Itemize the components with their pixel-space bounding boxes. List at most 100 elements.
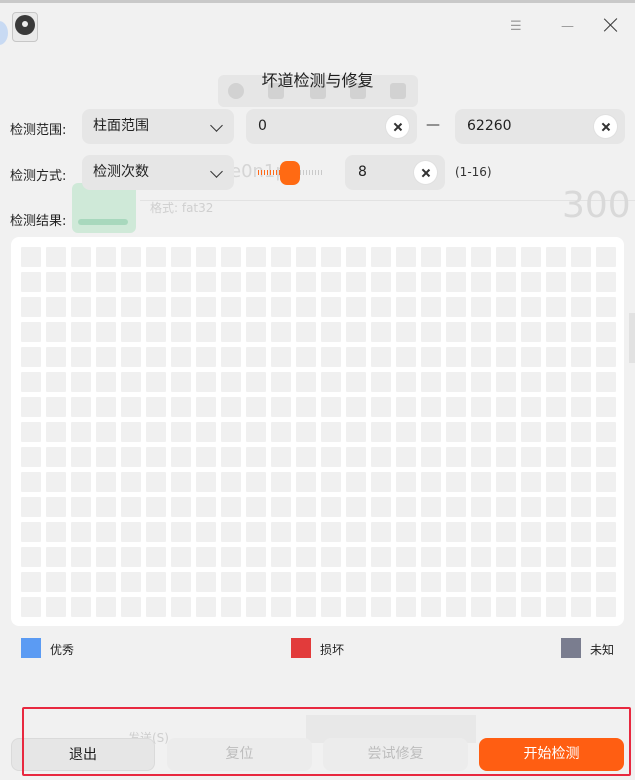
clear-icon[interactable] — [594, 115, 617, 138]
sector-cell — [596, 472, 616, 492]
sector-cell — [296, 572, 316, 592]
range-mode-select[interactable]: 柱面范围 — [82, 109, 234, 144]
sector-cell — [421, 472, 441, 492]
sector-cell — [546, 497, 566, 517]
sector-cell — [446, 247, 466, 267]
sector-cell — [371, 247, 391, 267]
sector-cell — [396, 572, 416, 592]
sector-cell — [571, 322, 591, 342]
sector-cell — [296, 472, 316, 492]
sector-cell — [46, 347, 66, 367]
sector-cell — [521, 347, 541, 367]
sector-cell — [146, 497, 166, 517]
sector-cell — [521, 422, 541, 442]
sector-cell — [321, 347, 341, 367]
sector-cell — [171, 347, 191, 367]
sector-cell — [246, 347, 266, 367]
sector-cell — [146, 372, 166, 392]
sector-cell — [421, 322, 441, 342]
sector-cell — [471, 422, 491, 442]
sector-cell — [71, 347, 91, 367]
sector-cell — [171, 472, 191, 492]
sector-cell — [521, 497, 541, 517]
sector-cell — [71, 497, 91, 517]
sector-cell — [146, 522, 166, 542]
sector-cell — [571, 247, 591, 267]
sector-cell — [246, 472, 266, 492]
sector-cell — [221, 522, 241, 542]
sector-cell — [396, 397, 416, 417]
sector-cell — [346, 272, 366, 292]
sector-cell — [246, 597, 266, 617]
sector-cell — [96, 372, 116, 392]
sector-cell — [296, 422, 316, 442]
sector-cell — [396, 347, 416, 367]
sector-cell — [21, 547, 41, 567]
method-mode-select[interactable]: 检测次数 — [82, 155, 234, 190]
sector-cell — [21, 472, 41, 492]
sector-cell — [46, 422, 66, 442]
minimize-icon[interactable]: — — [561, 19, 574, 34]
range-end-input[interactable]: 62260 — [455, 109, 625, 144]
range-start-value: 0 — [258, 118, 267, 134]
sector-cell — [271, 297, 291, 317]
sector-cell — [421, 397, 441, 417]
count-input[interactable]: 8 — [345, 155, 445, 190]
sector-cell — [471, 397, 491, 417]
range-start-input[interactable]: 0 — [246, 109, 417, 144]
method-mode-value: 检测次数 — [93, 164, 149, 180]
count-value: 8 — [358, 164, 367, 180]
count-slider[interactable] — [258, 161, 322, 185]
close-icon[interactable] — [601, 15, 621, 35]
slider-handle[interactable] — [280, 161, 300, 185]
background-avatar — [0, 21, 8, 45]
sector-cell — [396, 422, 416, 442]
sector-cell — [371, 297, 391, 317]
sector-cell — [21, 447, 41, 467]
sector-cell — [346, 397, 366, 417]
sector-cell — [121, 472, 141, 492]
sector-cell — [221, 497, 241, 517]
sector-cell — [546, 522, 566, 542]
sector-cell — [46, 497, 66, 517]
sector-cell — [221, 572, 241, 592]
clear-icon[interactable] — [386, 115, 409, 138]
sector-cell — [496, 272, 516, 292]
sector-cell — [596, 597, 616, 617]
sector-cell — [271, 247, 291, 267]
sector-cell — [296, 397, 316, 417]
results-panel — [11, 237, 624, 626]
sector-cell — [421, 572, 441, 592]
sector-cell — [271, 497, 291, 517]
sector-cell — [471, 322, 491, 342]
sector-cell — [446, 422, 466, 442]
sector-cell — [521, 522, 541, 542]
sector-cell — [271, 522, 291, 542]
sector-cell — [71, 472, 91, 492]
sector-cell — [396, 322, 416, 342]
sector-cell — [221, 597, 241, 617]
sector-cell — [196, 572, 216, 592]
sector-cell — [371, 397, 391, 417]
sector-cell — [271, 272, 291, 292]
sector-cell — [46, 472, 66, 492]
sector-cell — [296, 597, 316, 617]
sector-cell — [321, 547, 341, 567]
sector-cell — [421, 247, 441, 267]
sector-cell — [321, 297, 341, 317]
sector-cell — [71, 297, 91, 317]
sector-cell — [46, 397, 66, 417]
sector-cell — [271, 447, 291, 467]
clear-icon[interactable] — [414, 161, 437, 184]
menu-icon[interactable]: ☰ — [510, 19, 522, 34]
sector-cell — [496, 397, 516, 417]
sector-cell — [196, 372, 216, 392]
sector-cell — [346, 522, 366, 542]
sector-cell — [246, 572, 266, 592]
sector-cell — [296, 547, 316, 567]
sector-cell — [296, 497, 316, 517]
sector-cell — [421, 547, 441, 567]
sector-cell — [521, 247, 541, 267]
sector-cell — [396, 247, 416, 267]
sector-cell — [21, 497, 41, 517]
